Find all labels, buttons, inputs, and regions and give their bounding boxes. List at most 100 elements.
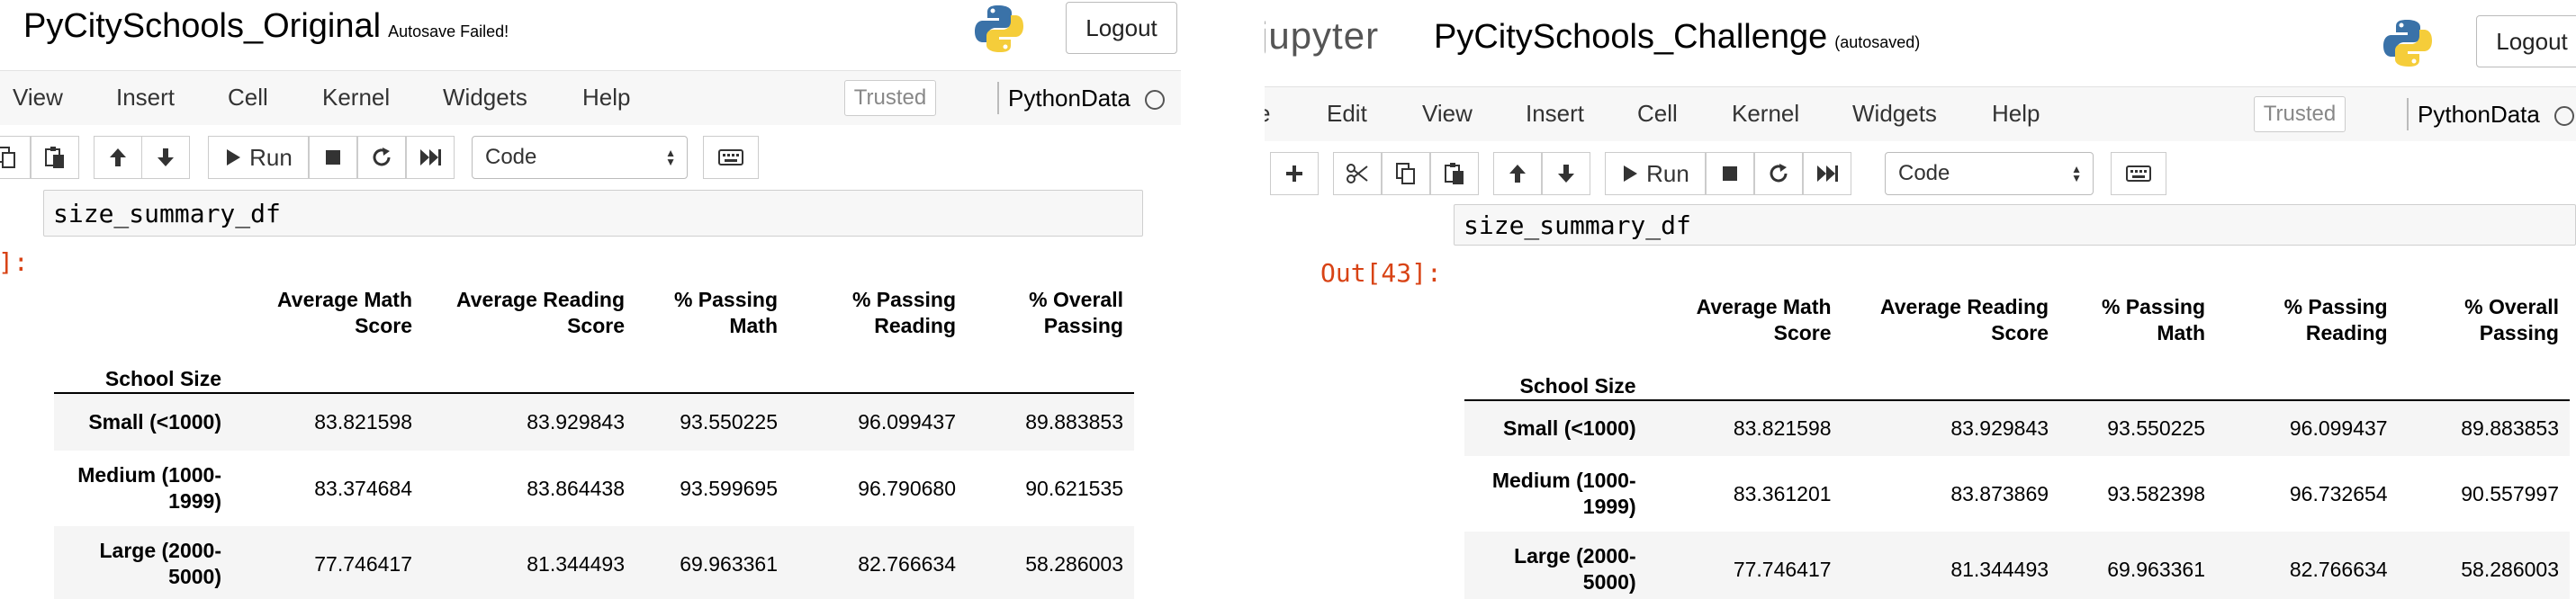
trusted-indicator[interactable]: Trusted xyxy=(2254,96,2346,132)
table-row: Small (<1000) 83.821598 83.929843 93.550… xyxy=(54,393,1134,451)
notebook-title[interactable]: PyCitySchools_Challenge (autosaved) xyxy=(1434,18,1920,57)
menu-insert[interactable]: Insert xyxy=(116,84,175,112)
notebook-title[interactable]: PyCitySchools_Original Autosave Failed! xyxy=(23,7,509,46)
menu-kernel[interactable]: Kernel xyxy=(322,84,390,112)
table-cell: 58.286003 xyxy=(2461,557,2559,581)
cell-type-value: Code xyxy=(1898,161,1950,185)
table-cell: 82.766634 xyxy=(2289,557,2388,581)
table-cell: 83.821598 xyxy=(314,410,412,434)
run-label: Run xyxy=(1646,159,1689,187)
corner-cell xyxy=(1464,287,1647,346)
toolbar: Run Code ▲ ▼ xyxy=(0,125,1181,190)
menu-cell[interactable]: Cell xyxy=(228,84,268,112)
table-cell: 93.550225 xyxy=(680,410,778,434)
kernel-idle-icon xyxy=(1144,90,1165,111)
table-cell: 69.963361 xyxy=(2107,557,2205,581)
table-cell: 93.599695 xyxy=(680,476,778,500)
right-notebook-window: jupyter PyCitySchools_Challenge (autosave… xyxy=(1265,0,2576,599)
menu-file[interactable]: e xyxy=(1265,100,1270,128)
arrow-up-icon xyxy=(1508,163,1527,184)
row-label: Large (2000- 5000) xyxy=(1514,544,1636,594)
output-prompt: Out[43]: xyxy=(1320,258,1442,288)
move-up-button[interactable] xyxy=(94,136,142,179)
window-gap xyxy=(1181,0,1265,599)
restart-run-all-button[interactable] xyxy=(1803,152,1851,195)
logout-button[interactable]: Logout xyxy=(2476,15,2576,67)
copy-cell-button[interactable] xyxy=(0,136,31,179)
jupyter-logo[interactable]: jupyter xyxy=(1265,14,1379,58)
insert-cell-button[interactable] xyxy=(1270,152,1319,195)
restart-kernel-button[interactable] xyxy=(1754,152,1803,195)
row-label: Large (2000- 5000) xyxy=(99,539,221,588)
paste-cell-button[interactable] xyxy=(1430,152,1479,195)
code-input[interactable]: size_summary_df xyxy=(1454,204,2576,246)
table-cell: 83.821598 xyxy=(1733,416,1832,440)
trusted-indicator[interactable]: Trusted xyxy=(844,80,936,116)
save-status: Autosave Failed! xyxy=(388,22,509,40)
restart-kernel-button[interactable] xyxy=(357,136,406,179)
menu-help[interactable]: Help xyxy=(1992,100,2040,128)
table-cell: 90.557997 xyxy=(2461,481,2559,505)
column-header-row: Average Math Score Average Reading Score %… xyxy=(1464,287,2570,346)
paste-cell-button[interactable] xyxy=(31,136,79,179)
move-down-button[interactable] xyxy=(1542,152,1590,195)
menu-view[interactable]: View xyxy=(1422,100,1473,128)
code-input[interactable]: size_summary_df xyxy=(43,190,1143,237)
table-cell: 83.864438 xyxy=(527,476,625,500)
notebook-name[interactable]: PyCitySchools_Challenge xyxy=(1434,18,1827,56)
arrow-down-icon xyxy=(1556,163,1576,184)
play-icon xyxy=(224,148,242,167)
menu-cell[interactable]: Cell xyxy=(1637,100,1678,128)
python-logo-icon xyxy=(2381,16,2435,75)
row-label: Medium (1000- 1999) xyxy=(1491,469,1636,518)
menu-help[interactable]: Help xyxy=(582,84,630,112)
logout-button[interactable]: Logout xyxy=(1066,2,1177,54)
menu-bar: e Edit View Insert Cell Kernel Widgets H… xyxy=(1265,86,2576,142)
table-row: Medium (1000- 1999) 83.361201 83.873869 9… xyxy=(1464,456,2570,532)
copy-cell-button[interactable] xyxy=(1382,152,1430,195)
cell-type-select[interactable]: Code ▲ ▼ xyxy=(1885,152,2094,195)
left-notebook-window: PyCitySchools_Original Autosave Failed! L… xyxy=(0,0,1181,599)
menu-edit[interactable]: Edit xyxy=(1327,100,1367,128)
kernel-indicator: PythonData xyxy=(2407,98,2574,130)
table-cell: 83.873869 xyxy=(1950,481,2049,505)
interrupt-kernel-button[interactable] xyxy=(309,136,357,179)
notebook-area: size_summary_df Out[43]: Average Math Sco… xyxy=(1265,204,2576,599)
table-cell: 58.286003 xyxy=(1025,551,1123,576)
run-button[interactable]: Run xyxy=(1605,152,1706,195)
column-header: % Overall Passing xyxy=(1029,288,1123,337)
table-cell: 83.361201 xyxy=(1733,481,1832,505)
column-header: % Passing Reading xyxy=(851,288,956,337)
menu-widgets[interactable]: Widgets xyxy=(1852,100,1937,128)
restart-run-all-button[interactable] xyxy=(406,136,455,179)
toolbar: Run Code ▲ ▼ xyxy=(1265,141,2576,204)
command-palette-button[interactable] xyxy=(2111,152,2166,195)
column-header: Average Reading Score xyxy=(455,288,625,337)
table-cell: 77.746417 xyxy=(1733,557,1832,581)
table-cell: 81.344493 xyxy=(1950,557,2049,581)
move-up-button[interactable] xyxy=(1493,152,1542,195)
refresh-icon xyxy=(1768,163,1789,184)
move-down-button[interactable] xyxy=(141,136,190,179)
dataframe-table: Average Math Score Average Reading Score %… xyxy=(1464,287,2570,599)
run-button[interactable]: Run xyxy=(208,136,309,179)
command-palette-button[interactable] xyxy=(703,136,759,179)
table-cell: 93.550225 xyxy=(2107,416,2205,440)
table-row: Large (2000- 5000) 77.746417 81.344493 69… xyxy=(1464,532,2570,599)
menu-widgets[interactable]: Widgets xyxy=(443,84,527,112)
arrow-up-icon xyxy=(108,147,128,168)
dataframe-table: Average Math Score Average Reading Score %… xyxy=(54,280,1134,599)
column-header: Average Reading Score xyxy=(1880,295,2049,344)
plus-icon xyxy=(1284,164,1304,183)
menu-kernel[interactable]: Kernel xyxy=(1732,100,1799,128)
cut-cell-button[interactable] xyxy=(1333,152,1382,195)
interrupt-kernel-button[interactable] xyxy=(1706,152,1754,195)
cell-type-select[interactable]: Code ▲ ▼ xyxy=(472,136,688,179)
menu-view[interactable]: View xyxy=(13,84,63,112)
kernel-name: PythonData xyxy=(2418,101,2540,128)
notebook-name[interactable]: PyCitySchools_Original xyxy=(23,7,381,45)
menu-insert[interactable]: Insert xyxy=(1526,100,1584,128)
keyboard-icon xyxy=(2126,165,2151,182)
notebook-header: jupyter PyCitySchools_Challenge (autosave… xyxy=(1265,0,2576,86)
copy-icon xyxy=(0,146,17,169)
